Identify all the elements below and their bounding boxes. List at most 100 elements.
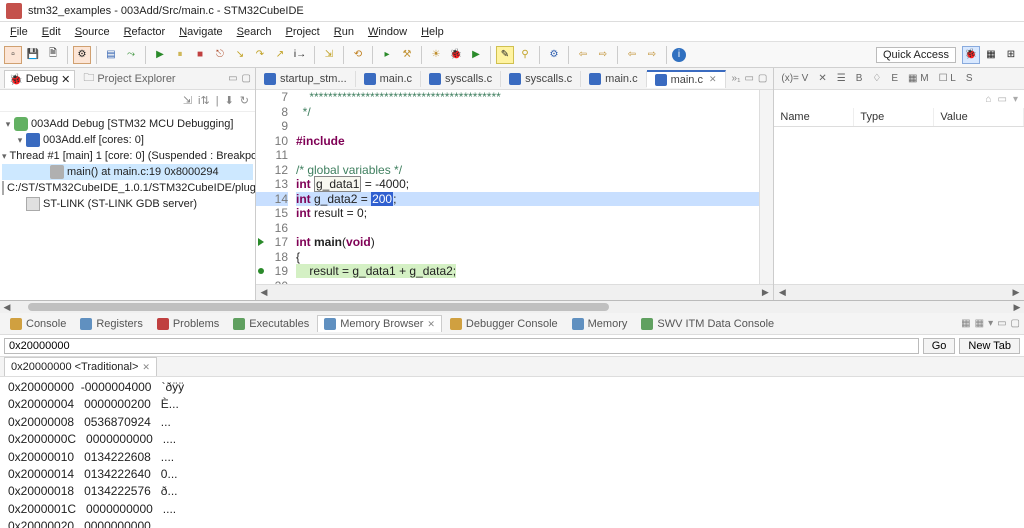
close-icon[interactable]: ✕ (142, 362, 150, 373)
bottom-tab-registers[interactable]: Registers (74, 316, 148, 332)
col-type[interactable]: Type (854, 108, 934, 126)
vars-tab[interactable]: B (853, 72, 866, 85)
thread-node[interactable]: ▾Thread #1 [main] 1 [core: 0] (Suspended… (2, 148, 253, 164)
tab-debug[interactable]: 🐞Debug✕ (4, 70, 75, 88)
vars-tab[interactable]: (x)= V (778, 72, 811, 85)
save-all-icon[interactable]: 🗎 (44, 46, 62, 64)
editor-tab[interactable]: main.c (581, 71, 646, 87)
gdb-node[interactable]: C:/ST/STM32CubeIDE_1.0.1/STM32CubeIDE/pl… (2, 180, 253, 196)
home-icon[interactable]: ⌂ (985, 94, 991, 105)
bottom-tab-problems[interactable]: Problems (151, 316, 225, 332)
perspective-c-icon[interactable]: ▦ (982, 46, 1000, 64)
variables-table[interactable]: Name Type Value (774, 108, 1024, 284)
external-tools-icon[interactable]: ⚙ (545, 46, 563, 64)
menu-file[interactable]: File (4, 24, 34, 40)
vars-tab[interactable]: ☰ (834, 72, 849, 85)
horizontal-scrollbar[interactable]: ◀▶ (256, 284, 773, 300)
open-icon[interactable]: ▤ (102, 46, 120, 64)
vars-tab[interactable]: ✕ (815, 72, 829, 85)
minimize-icon[interactable]: ▭ (997, 318, 1006, 329)
new-icon[interactable]: ▫ (4, 46, 22, 64)
collapse-icon[interactable]: ▭ (998, 94, 1007, 105)
stack-frame-node[interactable]: main() at main.c:19 0x8000294 (2, 164, 253, 180)
editor-tab[interactable]: startup_stm... (256, 71, 356, 87)
vertical-scrollbar[interactable] (759, 90, 773, 284)
build-icon[interactable]: ⚙ (73, 46, 91, 64)
debug-config-node[interactable]: ▾003Add Debug [STM32 MCU Debugging] (2, 116, 253, 132)
editor-tab[interactable]: syscalls.c (421, 71, 501, 87)
step-return-icon[interactable]: ↗ (271, 46, 289, 64)
close-icon[interactable]: ✕ (61, 73, 70, 86)
minimize-icon[interactable]: ▭ (228, 73, 237, 84)
vars-horizontal-scrollbar[interactable]: ◀▶ (774, 284, 1024, 300)
vars-tab[interactable]: S (963, 72, 976, 85)
maximize-icon[interactable]: ▢ (758, 73, 767, 84)
build-config-icon[interactable]: ⚒ (398, 46, 416, 64)
editor-tab[interactable]: syscalls.c (501, 71, 581, 87)
go-button[interactable]: Go (923, 338, 956, 354)
info-icon[interactable]: i (672, 48, 686, 62)
col-name[interactable]: Name (774, 108, 854, 126)
editor-tab[interactable]: main.c✕ (647, 70, 726, 88)
col-value[interactable]: Value (934, 108, 1024, 126)
back-icon[interactable]: ⇦ (574, 46, 592, 64)
debug-icon[interactable]: 🐞 (447, 46, 465, 64)
menu-run[interactable]: Run (328, 24, 360, 40)
pin-icon[interactable]: ⚲ (516, 46, 534, 64)
bottom-tab-memory[interactable]: Memory (566, 316, 634, 332)
vars-tab[interactable]: ▦ M (905, 72, 932, 85)
menu-icon[interactable]: ▾ (1013, 94, 1018, 105)
new-tab-button[interactable]: New Tab (959, 338, 1020, 354)
collapse-all-icon[interactable]: ⇲ (183, 94, 192, 107)
toolbar-icon[interactable]: ▦ (975, 318, 984, 329)
highlight-icon[interactable]: ✎ (496, 46, 514, 64)
bottom-tab-memory-browser[interactable]: Memory Browser✕ (317, 315, 442, 332)
menu-search[interactable]: Search (231, 24, 278, 40)
skip-icon[interactable]: ⤳ (122, 46, 140, 64)
editor-tab[interactable]: main.c (356, 71, 421, 87)
bottom-tab-executables[interactable]: Executables (227, 316, 315, 332)
terminate-icon[interactable]: ■ (191, 46, 209, 64)
menu-refactor[interactable]: Refactor (118, 24, 172, 40)
elf-node[interactable]: ▾003Add.elf [cores: 0] (2, 132, 253, 148)
memory-dump[interactable]: 0x20000000 -0000004000 `ðÿÿ0x20000004 00… (0, 377, 1024, 528)
forward-icon[interactable]: ⇨ (594, 46, 612, 64)
bottom-tab-console[interactable]: Console (4, 316, 72, 332)
run-icon[interactable]: ▸ (378, 46, 396, 64)
more-tabs-icon[interactable]: »₁ (732, 73, 741, 84)
memory-rendering-tab[interactable]: 0x20000000 <Traditional>✕ (4, 357, 157, 376)
step-over-icon[interactable]: ↷ (251, 46, 269, 64)
bottom-tab-swv-itm-data-console[interactable]: SWV ITM Data Console (635, 316, 780, 332)
open-element-icon[interactable]: ☀ (427, 46, 445, 64)
perspective-debug-icon[interactable]: 🐞 (962, 46, 980, 64)
menu-window[interactable]: Window (362, 24, 413, 40)
prev-annotation-icon[interactable]: ⇦ (623, 46, 641, 64)
memory-address-input[interactable] (4, 338, 919, 354)
menu-help[interactable]: Help (415, 24, 450, 40)
vars-tab[interactable]: E (888, 72, 901, 85)
menu-source[interactable]: Source (69, 24, 116, 40)
instruction-step-icon[interactable]: i→ (291, 46, 309, 64)
perspective-more-icon[interactable]: ⊞ (1002, 46, 1020, 64)
toolbar-icon[interactable]: ▦ (961, 318, 970, 329)
disconnect-icon[interactable]: ⎋ (211, 46, 229, 64)
stlink-node[interactable]: ST-LINK (ST-LINK GDB server) (2, 196, 253, 212)
bottom-tab-debugger-console[interactable]: Debugger Console (444, 316, 564, 332)
vars-tab[interactable]: ☐ L (936, 72, 959, 85)
view-menu-icon[interactable]: ⬇ (225, 94, 234, 107)
tab-project-explorer[interactable]: 🗀Project Explorer (79, 67, 179, 90)
menu-project[interactable]: Project (280, 24, 326, 40)
next-annotation-icon[interactable]: ⇨ (643, 46, 661, 64)
menu-edit[interactable]: Edit (36, 24, 67, 40)
maximize-icon[interactable]: ▢ (1011, 318, 1020, 329)
menu-icon[interactable]: ▾ (988, 318, 993, 329)
quick-access-field[interactable]: Quick Access (876, 47, 956, 63)
close-icon[interactable]: ✕ (427, 319, 435, 330)
menu-navigate[interactable]: Navigate (173, 24, 228, 40)
step-into-icon[interactable]: ↘ (231, 46, 249, 64)
suspend-icon[interactable]: ⏸ (171, 46, 189, 64)
save-icon[interactable]: 💾 (24, 46, 42, 64)
resume-icon[interactable]: ▶ (151, 46, 169, 64)
maximize-icon[interactable]: ▢ (242, 73, 251, 84)
run-last-icon[interactable]: ▶ (467, 46, 485, 64)
